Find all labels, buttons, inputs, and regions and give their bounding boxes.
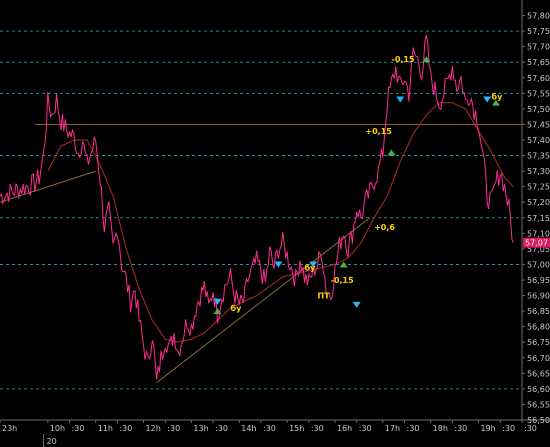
x-tick-label: :30	[263, 424, 276, 433]
x-tick-label: 10h	[50, 424, 65, 433]
y-tick-label: 57,60	[527, 74, 550, 83]
last-price-label: 57,07	[525, 239, 548, 248]
moving-average-line	[47, 102, 514, 343]
trade-annotation: бу	[305, 263, 317, 273]
y-tick-label: 57,50	[527, 105, 550, 114]
x-tick-label: 14h	[241, 424, 256, 433]
price-line	[0, 34, 514, 380]
y-tick-label: 57,35	[527, 152, 550, 161]
x-tick-label: 17h	[385, 424, 400, 433]
x-tick-label: 23h	[2, 424, 17, 433]
chart-container: 57,80 57,75 57,70 57,65 57,60 57,55 57,50 57,45…	[0, 0, 550, 447]
trade-annotation: +0,6	[374, 223, 395, 232]
x-tick-label: :30	[119, 424, 132, 433]
x-tick-label: 19h	[481, 424, 496, 433]
y-tick-label: 56,55	[527, 400, 550, 409]
date-label: 20	[47, 437, 57, 446]
trade-annotation: +0,15	[365, 127, 392, 136]
y-tick-label: 56,75	[527, 338, 550, 347]
y-tick-label: 56,90	[527, 292, 550, 301]
y-tick-label: 56,65	[527, 369, 550, 378]
price-chart: 57,80 57,75 57,70 57,65 57,60 57,55 57,50 57,45…	[0, 0, 550, 447]
sell-marker	[352, 301, 361, 308]
trade-annotation: -0,15	[331, 276, 354, 285]
y-tick-label: 57,40	[527, 136, 550, 145]
x-tick-label: 11h	[98, 424, 113, 433]
buy-marker	[339, 261, 348, 268]
y-tick-label: 56,95	[527, 276, 550, 285]
x-tick-label: :30	[167, 424, 180, 433]
x-tick-label: :30	[502, 424, 515, 433]
trade-annotation: бу	[231, 303, 243, 313]
x-tick-label: 12h	[146, 424, 161, 433]
trade-annotation: -0,15	[392, 55, 415, 64]
y-tick-label: 56,85	[527, 307, 550, 316]
x-tick-label: 16h	[337, 424, 352, 433]
y-tick-label: 57,70	[527, 43, 550, 52]
x-tick-label: :30	[359, 424, 372, 433]
y-tick-label: 56,70	[527, 354, 550, 363]
y-tick-label: 56,80	[527, 323, 550, 332]
y-tick-label: 57,15	[527, 214, 550, 223]
y-tick-label: 57,00	[527, 260, 550, 269]
sell-marker	[274, 261, 283, 268]
sell-marker	[483, 96, 492, 103]
y-tick-label: 57,30	[527, 167, 550, 176]
y-tick-label: 57,10	[527, 229, 550, 238]
x-tick-label: :30	[524, 424, 537, 433]
x-tick-label: :30	[215, 424, 228, 433]
x-tick-label: 13h	[193, 424, 208, 433]
trend-line	[0, 170, 96, 203]
trade-annotation: ПТ	[318, 292, 331, 301]
trend-line	[156, 217, 371, 384]
x-tick-label: 18h	[433, 424, 448, 433]
y-tick-label: 57,25	[527, 183, 550, 192]
x-tick-label: 15h	[289, 424, 304, 433]
buy-marker	[387, 149, 396, 156]
trade-annotation: бу	[492, 92, 504, 102]
y-tick-label: 57,80	[527, 12, 550, 21]
y-tick-label: 57,65	[527, 58, 550, 67]
x-tick-label: :30	[72, 424, 85, 433]
sell-marker	[396, 96, 405, 103]
x-tick-label: :30	[454, 424, 467, 433]
y-tick-label: 57,55	[527, 89, 550, 98]
x-tick-label: :30	[407, 424, 420, 433]
x-tick-label: :30	[311, 424, 324, 433]
y-tick-label: 57,20	[527, 198, 550, 207]
y-tick-label: 56,60	[527, 385, 550, 394]
y-tick-label: 57,45	[527, 120, 550, 129]
y-tick-label: 57,75	[527, 27, 550, 36]
